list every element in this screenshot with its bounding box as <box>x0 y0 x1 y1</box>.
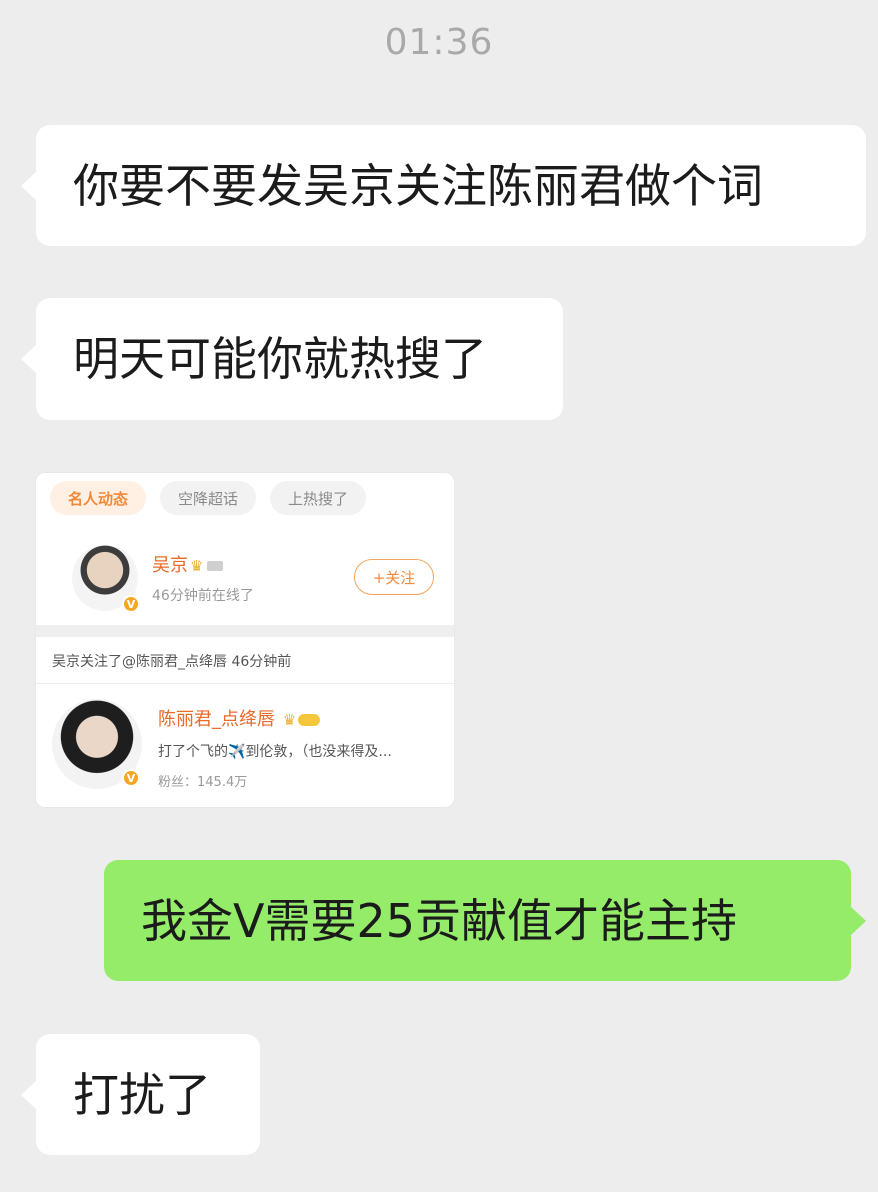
message-text: 我金V需要25贡献值才能主持 <box>141 893 738 948</box>
section-divider <box>36 625 454 637</box>
follow-activity-text: 吴京关注了@陈丽君_点绛唇 46分钟前 <box>52 654 292 670</box>
chat-timestamp: 01:36 <box>384 22 494 63</box>
user-name: 吴京 <box>152 555 188 576</box>
crown-icon: ♛ <box>282 711 297 729</box>
message-text: 打扰了 <box>73 1067 211 1122</box>
tab-celebrity-updates: 名人动态 <box>50 481 147 515</box>
message-bubble-outgoing[interactable]: 我金V需要25贡献值才能主持 <box>104 860 866 981</box>
verified-v-icon: V <box>122 595 140 613</box>
divider-line <box>36 683 454 684</box>
level-badge-icon <box>207 561 224 571</box>
gold-level-badge-icon <box>298 714 321 726</box>
tab-super-topic: 空降超话 <box>160 481 257 515</box>
user-name-chenlijun: 陈丽君_点绛唇 ♛ <box>158 705 321 731</box>
verified-v-icon: V <box>122 769 140 787</box>
message-text: 明天可能你就热搜了 <box>73 332 487 386</box>
tab-trending: 上热搜了 <box>270 481 367 515</box>
message-bubble-incoming[interactable]: 明天可能你就热搜了 <box>21 298 563 420</box>
message-bubble-incoming[interactable]: 打扰了 <box>21 1034 260 1155</box>
online-status: 46分钟前在线了 <box>152 588 254 604</box>
user-description: 打了个飞的✈️到伦敦，（也没来得及... <box>158 744 392 760</box>
user-name-wujing: 吴京 ♛ <box>152 551 224 577</box>
weibo-screenshot-image[interactable]: 名人动态 空降超话 上热搜了 V 吴京 ♛ 46分钟前在线了 +关注 吴京关注了@… <box>35 472 455 808</box>
crown-icon: ♛ <box>190 557 204 575</box>
message-bubble-incoming[interactable]: 你要不要发吴京关注陈丽君做个词 <box>21 125 866 246</box>
weibo-tab-bar: 名人动态 空降超话 上热搜了 <box>50 481 367 515</box>
user-name: 陈丽君_点绛唇 <box>158 709 275 730</box>
message-text: 你要不要发吴京关注陈丽君做个词 <box>73 158 763 213</box>
fans-count: 粉丝：145.4万 <box>158 775 248 790</box>
follow-button: +关注 <box>354 559 434 595</box>
